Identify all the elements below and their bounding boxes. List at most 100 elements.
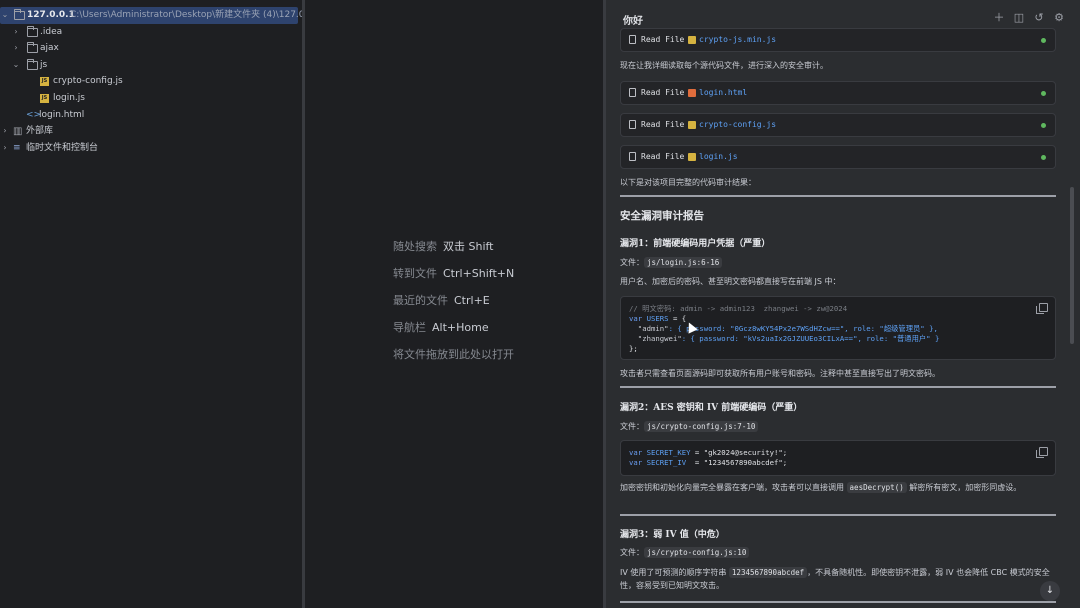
hint-recent-files: 最近的文件 Ctrl+E	[393, 292, 490, 308]
divider	[620, 195, 1056, 197]
read-file-card[interactable]: Read File login.html	[620, 81, 1056, 105]
document-icon	[629, 152, 636, 161]
settings-gear-icon[interactable]: ⚙	[1053, 12, 1065, 24]
file-label: 文件：	[620, 258, 644, 267]
status-dot-icon	[1041, 123, 1046, 128]
chevron-right-icon[interactable]: ›	[0, 140, 10, 157]
js-file-icon: JS	[40, 93, 49, 103]
copy-icon[interactable]	[1036, 447, 1048, 458]
code-text: = "gk2024@security!";	[690, 448, 788, 457]
code-identifier: SECRET_KEY	[646, 448, 691, 457]
code-keyword: var	[629, 448, 643, 457]
read-file-name[interactable]: login.js	[699, 146, 738, 168]
chevron-down-icon[interactable]: ⌄	[0, 7, 10, 24]
scroll-down-arrow-icon[interactable]: ↓	[1040, 581, 1060, 601]
read-file-card[interactable]: Read File crypto-config.js	[620, 113, 1056, 137]
tree-root-row[interactable]: ⌄ 127.0.0.1 C:\Users\Administrator\Deskt…	[0, 7, 322, 24]
tree-item-scratches[interactable]: › ≡ 临时文件和控制台	[0, 140, 302, 157]
hint-label: 导航栏	[393, 321, 426, 334]
code-string: "admin"	[637, 324, 669, 333]
js-file-icon	[688, 36, 696, 44]
read-file-label: Read File	[641, 152, 685, 161]
code-text: : { password: "kVs2uaIx2GJZUUEo3CILxA=="…	[681, 334, 940, 343]
html-file-icon: <>	[26, 109, 42, 120]
js-file-icon	[688, 153, 696, 161]
hint-key: 双击 Shift	[443, 240, 494, 253]
tree-item-login-html[interactable]: <> login.html	[0, 107, 302, 124]
tree-item-js[interactable]: ⌄ js	[0, 57, 302, 74]
tree-item-label: ajax	[40, 43, 59, 54]
history-icon[interactable]: ↺	[1033, 12, 1045, 24]
tree-item-ajax[interactable]: › ajax	[0, 40, 302, 57]
file-ref: js/crypto-config.js:7-10	[644, 421, 759, 432]
divider	[620, 514, 1056, 516]
split-view-icon[interactable]: ◫	[1013, 12, 1025, 24]
vuln-title: 漏洞1：前端硬编码用户凭据（严重）	[620, 239, 771, 249]
library-icon: ▥	[13, 126, 23, 138]
read-file-name[interactable]: login.html	[699, 82, 747, 104]
read-file-name[interactable]: crypto-config.js	[699, 114, 776, 136]
chevron-right-icon[interactable]: ›	[11, 40, 21, 57]
document-icon	[629, 88, 636, 97]
empty-editor-area[interactable]: 随处搜索 双击 Shift 转到文件 Ctrl+Shift+N 最近的文件 Ctrl+…	[305, 0, 603, 608]
report-title: 安全漏洞审计报告	[620, 210, 704, 222]
code-keyword: var	[629, 458, 643, 467]
vuln-file-line: 文件： js/login.js:6-16	[620, 256, 1060, 269]
folder-icon	[27, 58, 38, 70]
ai-chat-panel: 你好 ＋ ◫ ↺ ⚙ Read File crypto-js.min.js 现在…	[606, 0, 1080, 608]
hint-goto-file: 转到文件 Ctrl+Shift+N	[393, 265, 514, 281]
tree-item-label: crypto-config.js	[53, 76, 123, 87]
note-text: IV 使用了可预测的顺序字符串	[620, 568, 727, 577]
read-file-label: Read File	[641, 120, 685, 129]
code-block: var SECRET_KEY = "gk2024@security!"; var…	[620, 440, 1056, 476]
project-tree: ⌄ 127.0.0.1 C:\Users\Administrator\Deskt…	[0, 0, 322, 608]
tree-item-idea[interactable]: › .idea	[0, 24, 302, 41]
read-file-card[interactable]: Read File login.js	[620, 145, 1056, 169]
status-dot-icon	[1041, 155, 1046, 160]
hint-label: 转到文件	[393, 267, 437, 280]
chevron-down-icon[interactable]: ⌄	[11, 57, 21, 74]
status-dot-icon	[1041, 91, 1046, 96]
chat-title: 你好	[623, 16, 643, 27]
hint-key: Ctrl+Shift+N	[443, 267, 515, 280]
chat-scrollbar[interactable]	[1070, 187, 1074, 344]
new-chat-icon[interactable]: ＋	[993, 12, 1005, 24]
code-text: };	[629, 344, 638, 353]
tree-item-label: js	[40, 59, 48, 70]
chevron-right-icon[interactable]: ›	[0, 123, 10, 140]
read-file-name[interactable]: crypto-js.min.js	[699, 29, 776, 51]
code-identifier: SECRET_IV	[646, 458, 691, 467]
hint-key: Alt+Home	[432, 321, 489, 334]
code-text: : { password: "0Gcz8wKY54Px2e7WSdHZcw=="…	[668, 324, 938, 333]
file-ref: js/crypto-config.js:10	[644, 547, 750, 558]
code-text: = {	[668, 314, 687, 323]
file-label: 文件：	[620, 548, 644, 557]
hint-key: Ctrl+E	[454, 294, 490, 307]
tree-item-label: 外部库	[26, 126, 54, 137]
hint-label: 将文件拖放到此处以打开	[393, 348, 514, 361]
tree-item-label: login.js	[53, 92, 85, 103]
note-text: 解密所有密文，加密形同虚设。	[909, 483, 1022, 492]
document-icon	[629, 35, 636, 44]
code-string: "zhangwei"	[637, 334, 682, 343]
vuln-note: 攻击者只需查看页面源码即可获取所有用户账号和密码。注释中甚至直接写出了明文密码。	[620, 369, 940, 378]
vuln-file-line: 文件： js/crypto-config.js:7-10	[620, 420, 1060, 433]
document-icon	[629, 120, 636, 129]
folder-icon	[27, 42, 38, 54]
vuln-note: IV 使用了可预测的顺序字符串 1234567890abcdef ，不具备随机性。…	[620, 566, 1060, 592]
tree-item-login-js[interactable]: JS login.js	[0, 90, 302, 107]
tree-item-label: 临时文件和控制台	[26, 142, 99, 153]
hint-drop-files: 将文件拖放到此处以打开	[393, 346, 514, 362]
divider	[620, 601, 1056, 603]
chevron-right-icon[interactable]: ›	[11, 24, 21, 41]
file-label: 文件：	[620, 422, 644, 431]
tree-item-external-libs[interactable]: › ▥ 外部库	[0, 123, 302, 140]
hint-navigation-bar: 导航栏 Alt+Home	[393, 319, 489, 335]
hint-search-everywhere: 随处搜索 双击 Shift	[393, 238, 494, 254]
js-file-icon	[688, 121, 696, 129]
vuln-title: 漏洞2：AES 密钥和 IV 前端硬编码（严重）	[620, 403, 803, 413]
copy-icon[interactable]	[1036, 303, 1048, 314]
tree-item-crypto-config[interactable]: JS crypto-config.js	[0, 73, 302, 90]
read-file-card[interactable]: Read File crypto-js.min.js	[620, 28, 1056, 52]
assistant-text: 现在让我详细读取每个源代码文件，进行深入的安全审计。	[620, 61, 828, 70]
